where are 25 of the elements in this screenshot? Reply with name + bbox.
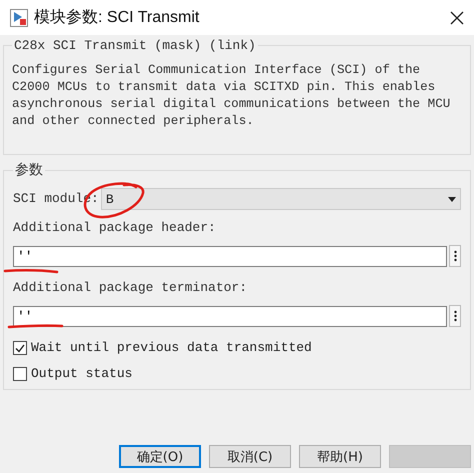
close-icon[interactable]: [450, 10, 464, 24]
checkbox[interactable]: [13, 341, 27, 355]
field-label: Additional package header:: [13, 220, 216, 236]
dialog-button[interactable]: 帮助(H): [299, 445, 381, 468]
checkbox[interactable]: [13, 367, 27, 381]
more-icon: [454, 250, 456, 262]
field-label: Additional package terminator:: [13, 280, 248, 296]
more-options-button[interactable]: [449, 245, 461, 267]
more-icon: [454, 310, 456, 322]
checkbox-label: Output status: [31, 366, 132, 382]
checkbox-label: Wait until previous data transmitted: [31, 340, 312, 356]
input-field[interactable]: '': [13, 246, 447, 266]
annotation-underline: [4, 269, 58, 274]
block-description: Configures Serial Communication Interface (SCI) of the C2000 MCUs to transmit data via SCITXD pin. This enables asynchronous serial digital communications between the MCU and other connected peripherals.: [12, 62, 452, 130]
caret-icon: [448, 196, 456, 202]
group-title: C28x SCI Transmit (mask) (link): [13, 37, 257, 54]
dialog-button[interactable]: 确定(O): [119, 445, 201, 468]
more-options-button[interactable]: [449, 305, 461, 327]
dialog-button[interactable]: 取消(C): [209, 445, 291, 468]
window-title: 模块参数: SCI Transmit: [34, 8, 200, 28]
input-field[interactable]: '': [13, 306, 447, 326]
annotation-underline: [8, 324, 64, 328]
block-icon: [10, 8, 28, 26]
group-title: 参数: [14, 161, 44, 179]
module-dropdown[interactable]: B: [100, 188, 461, 210]
